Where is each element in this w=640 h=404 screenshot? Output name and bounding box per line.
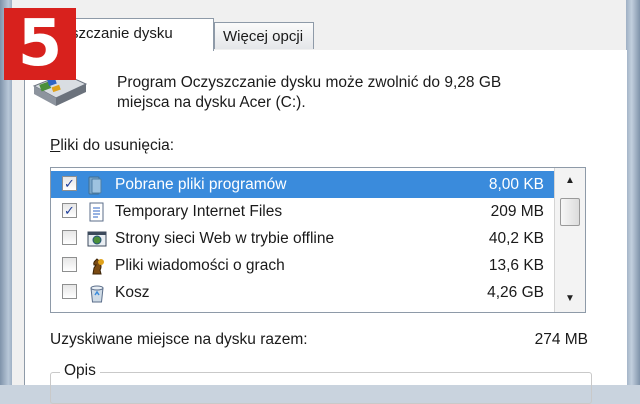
scroll-down-arrow-icon[interactable]: ▼: [555, 286, 585, 312]
checkbox[interactable]: [62, 257, 77, 272]
files-label-rest: liki do usunięcia:: [60, 137, 175, 154]
list-item[interactable]: ✓ Pobrane pliki programów 8,00 KB: [51, 171, 556, 198]
intro-line-1: Program Oczyszczanie dysku może zwolnić …: [117, 74, 502, 91]
files-to-delete-label: Pliki do usunięcia:: [50, 137, 174, 155]
scroll-up-arrow-icon[interactable]: ▲: [555, 168, 585, 194]
tab-more-options-label: Więcej opcji: [223, 28, 304, 45]
total-space-label: Uzyskiwane miejsce na dysku razem:: [50, 331, 308, 348]
recycle-bin-icon: [90, 285, 104, 303]
tab-disk-cleanup-label: szczanie dysku: [71, 25, 173, 42]
file-name: Kosz: [115, 284, 150, 301]
description-groupbox: [50, 372, 592, 404]
step-number-badge: 5: [4, 8, 76, 80]
intro-text: Program Oczyszczanie dysku może zwolnić …: [117, 73, 587, 113]
files-list[interactable]: ✓ Pobrane pliki programów 8,00 KB ✓ Temp…: [50, 167, 586, 313]
file-name: Pobrane pliki programów: [115, 176, 287, 193]
tab-strip: szczanie dysku Więcej opcji: [12, 0, 626, 51]
list-item[interactable]: Pliki wiadomości o grach 13,6 KB: [51, 252, 556, 279]
checkbox[interactable]: ✓: [62, 203, 77, 218]
scrollbar-thumb[interactable]: [560, 198, 580, 226]
file-name: Strony sieci Web w trybie offline: [115, 230, 335, 247]
description-legend: Opis: [60, 362, 100, 380]
web-page-icon: [87, 231, 107, 247]
folder-icon: [88, 176, 102, 195]
file-size: 209 MB: [490, 203, 544, 220]
list-scrollbar[interactable]: ▲ ▼: [554, 168, 585, 312]
file-size: 40,2 KB: [488, 230, 544, 247]
file-size: 8,00 KB: [488, 176, 544, 193]
total-space-value: 274 MB: [534, 331, 588, 348]
list-item[interactable]: Strony sieci Web w trybie offline 40,2 K…: [51, 225, 556, 252]
list-item-partial: [51, 306, 556, 312]
file-size: 4,26 GB: [487, 284, 544, 301]
file-size: 13,6 KB: [488, 257, 544, 274]
window-frame-right: [626, 0, 640, 385]
checkbox[interactable]: ✓: [62, 176, 77, 191]
file-name: Pliki wiadomości o grach: [115, 257, 285, 274]
intro-line-2: miejsca na dysku Acer (C:).: [117, 94, 306, 111]
document-icon: [89, 202, 104, 222]
file-name: Temporary Internet Files: [115, 203, 283, 220]
tab-more-options[interactable]: Więcej opcji: [214, 22, 314, 49]
list-item[interactable]: Kosz 4,26 GB: [51, 279, 556, 306]
checkbox[interactable]: [62, 284, 77, 299]
files-label-accesskey: P: [50, 137, 61, 154]
list-item[interactable]: ✓ Temporary Internet Files 209 MB: [51, 198, 556, 225]
chess-piece-icon: [92, 258, 104, 275]
checkbox[interactable]: [62, 230, 77, 245]
